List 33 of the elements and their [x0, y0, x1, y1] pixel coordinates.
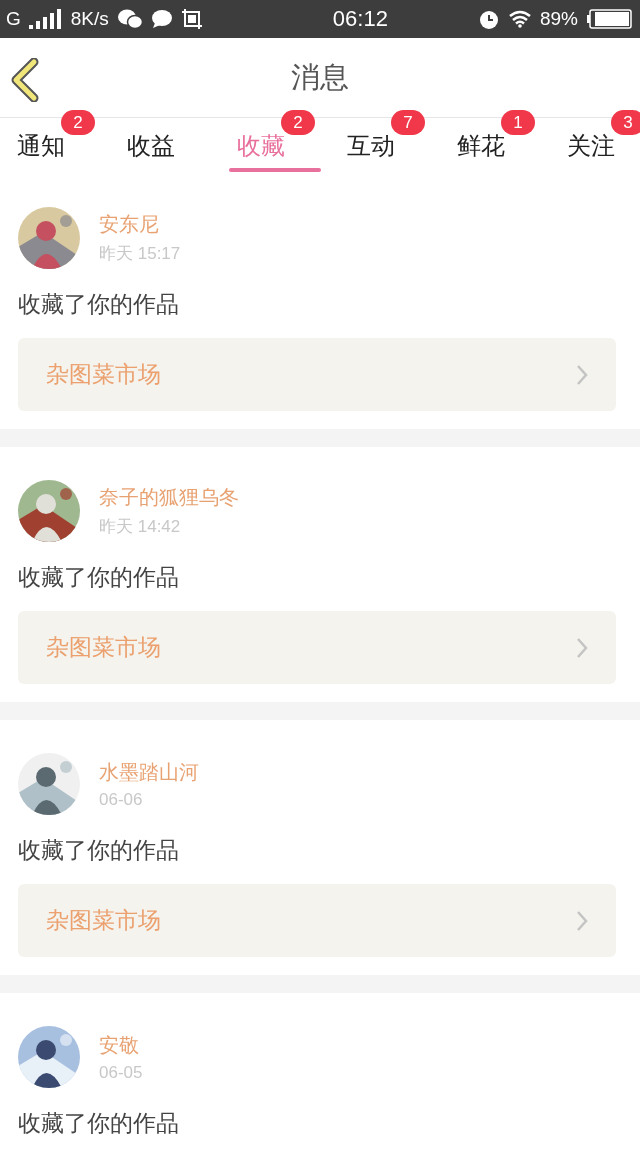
page-title: 消息 — [291, 58, 349, 96]
battery-percent: 89% — [539, 8, 578, 30]
battery-icon — [586, 9, 632, 29]
collection-link[interactable]: 杂图菜市场 — [18, 338, 616, 411]
wifi-icon — [507, 10, 532, 28]
signal-icon — [28, 9, 63, 29]
collection-link[interactable]: 杂图菜市场 — [18, 611, 616, 684]
chevron-right-icon — [576, 909, 588, 932]
message-text: 收藏了你的作品 — [18, 836, 180, 865]
chat-bubbles-icon — [116, 8, 143, 30]
tab[interactable]: 收益 — [127, 118, 175, 174]
network-speed: 8K/s — [70, 8, 109, 30]
screenshot-icon — [180, 8, 203, 30]
message-text: 收藏了你的作品 — [18, 563, 180, 592]
network-type: G — [6, 8, 21, 30]
chevron-right-icon — [576, 363, 588, 386]
count-badge: 2 — [281, 110, 315, 135]
user-name[interactable]: 奈子的狐狸乌冬 — [99, 484, 239, 511]
clock-time: 06:12 — [332, 6, 388, 32]
alarm-icon — [477, 8, 500, 30]
chevron-right-icon — [576, 636, 588, 659]
count-badge: 1 — [501, 110, 535, 135]
message-text: 收藏了你的作品 — [18, 1109, 180, 1138]
collection-link[interactable]: 杂图菜市场 — [18, 884, 616, 957]
user-name[interactable]: 安东尼 — [99, 211, 181, 238]
user-name[interactable]: 安敬 — [99, 1031, 143, 1059]
back-icon[interactable] — [10, 58, 40, 102]
user-name[interactable]: 水墨踏山河 — [99, 758, 199, 786]
count-badge: 2 — [61, 110, 95, 135]
count-badge: 7 — [391, 110, 425, 135]
message-text: 收藏了你的作品 — [18, 290, 180, 319]
message-bubble-icon — [150, 9, 173, 29]
count-badge: 3 — [611, 110, 640, 135]
